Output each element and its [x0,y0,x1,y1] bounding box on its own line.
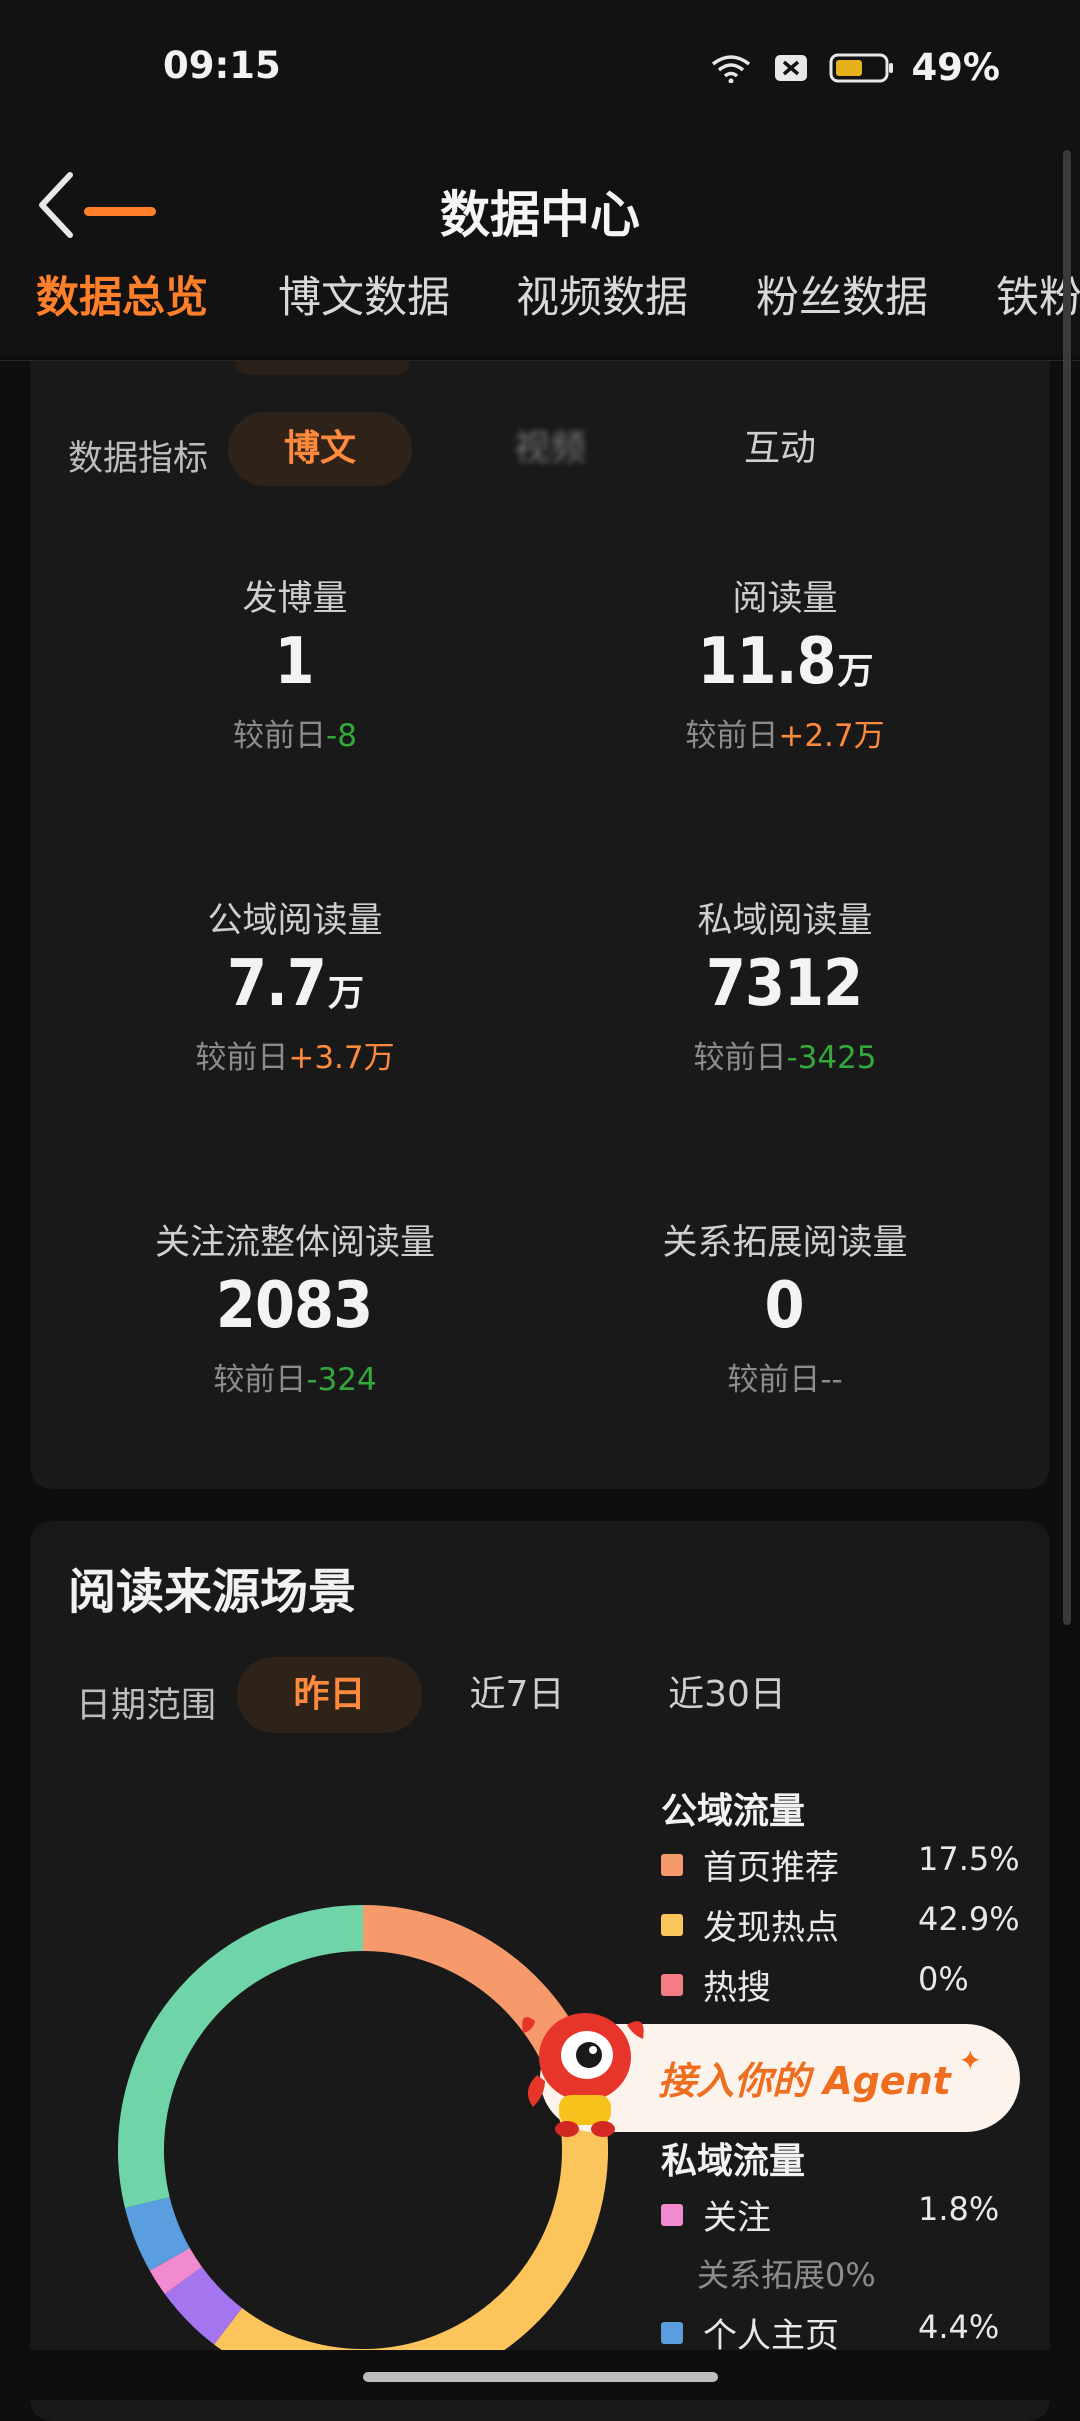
battery-percent: 49% [911,46,1000,89]
donut-slice-3 [164,2266,243,2345]
metric-public-reads[interactable]: 公域阅读量 7.7万 较前日+3.7万 [50,892,540,1077]
date-option-30d[interactable]: 近30日 [637,1657,817,1733]
legend-item: 热搜 0% [661,1960,1021,2020]
legend-swatch [661,1914,683,1936]
wifi-icon [712,54,751,83]
nav-bar: 数据中心 数据总览 博文数据 视频数据 粉丝数据 铁粉 [0,135,1080,355]
legend-sub-item: 关系拓展0% [697,2256,876,2294]
date-range-filter: 日期范围 昨日 近7日 近30日 [76,1657,976,1733]
metric-relation-reads[interactable]: 关系拓展阅读量 0 较前日-- [540,1214,1030,1399]
donut-slice-4 [149,2247,203,2295]
active-tab-indicator [84,207,156,216]
agent-banner-text: 接入你的 Agent [658,2059,951,2103]
legend-swatch [661,2204,683,2226]
indicator-option-posts[interactable]: 博文 [228,412,412,486]
page-title: 数据中心 [440,186,640,244]
metric-reads[interactable]: 阅读量 11.8万 较前日+2.7万 [540,570,1030,755]
legend-swatch [661,1974,683,1996]
legend-item: 首页推荐 17.5% [661,1840,1021,1900]
home-indicator[interactable] [363,2372,718,2382]
tab-bar: 数据总览 博文数据 视频数据 粉丝数据 铁粉 [0,263,1080,355]
legend-private-head: 私域流量 [661,2141,806,2182]
tab-overview[interactable]: 数据总览 [36,263,208,355]
indicator-option-interaction[interactable]: 互动 [688,412,872,486]
status-bar: 09:15 49% [0,0,1080,135]
date-option-7d[interactable]: 近7日 [437,1657,597,1733]
status-time: 09:15 [163,44,281,87]
metric-posts[interactable]: 发博量 1 较前日-8 [50,570,540,755]
donut-slice-6 [118,1905,364,2208]
status-icons: 49% [709,46,1000,89]
indicator-filter: 数据指标 博文 视频 互动 [68,412,1028,492]
metric-private-reads[interactable]: 私域阅读量 7312 较前日-3425 [540,892,1030,1077]
battery-icon [829,53,894,82]
legend-swatch [661,2322,683,2344]
donut-slice-5 [124,2196,191,2271]
scrollbar[interactable] [1063,150,1071,1625]
date-option-yesterday[interactable]: 昨日 [237,1657,422,1733]
mascot-icon[interactable] [515,1995,655,2140]
indicator-option-videos[interactable]: 视频 [458,412,642,486]
legend-swatch [661,1854,683,1876]
tab-fans[interactable]: 粉丝数据 [756,263,928,355]
legend-item: 关注 1.8% [661,2190,1021,2250]
tab-videos[interactable]: 视频数据 [516,263,688,355]
tab-posts[interactable]: 博文数据 [278,263,450,355]
date-range-label: 日期范围 [76,1686,217,1726]
indicator-label: 数据指标 [68,439,209,479]
metric-follow-feed-reads[interactable]: 关注流整体阅读量 2083 较前日-324 [50,1214,540,1399]
scrolled-pill-edge [235,361,410,375]
sparkle-icon: ✦ [958,2044,982,2077]
sim-icon [775,54,808,81]
legend-public-head: 公域流量 [661,1791,806,1832]
source-title: 阅读来源场景 [68,1564,357,1620]
legend-item: 发现热点 42.9% [661,1900,1021,1960]
source-donut-chart [118,1905,608,2395]
